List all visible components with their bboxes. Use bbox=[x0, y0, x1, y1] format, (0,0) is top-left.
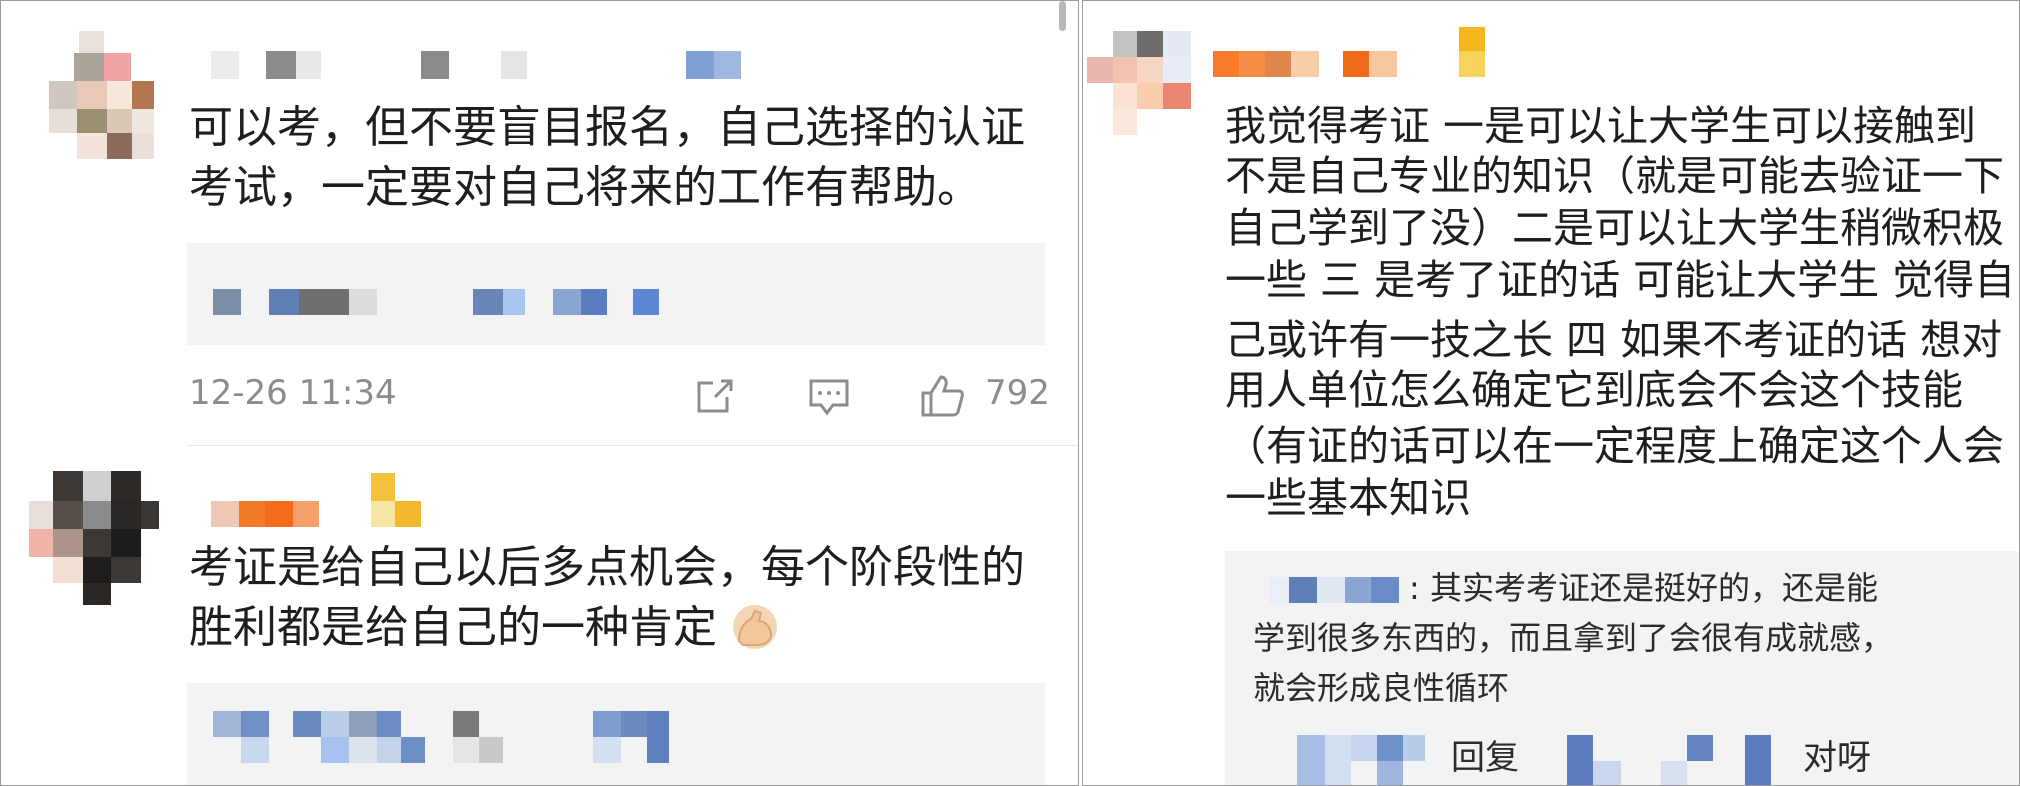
reply-box[interactable]: : 其实考考证还是挺好的，还是能 学到很多东西的，而且拿到了会很有成就感， 就会… bbox=[1225, 551, 2019, 785]
username[interactable] bbox=[211, 51, 741, 81]
reply-preview-box[interactable] bbox=[187, 243, 1045, 345]
reply-preview-username[interactable] bbox=[213, 711, 793, 767]
username[interactable] bbox=[211, 473, 431, 529]
comment-text-line: 用人单位怎么确定它到底会不会这个技能 bbox=[1225, 366, 1963, 414]
flexed-biceps-icon bbox=[733, 605, 777, 649]
thumbs-up-icon[interactable] bbox=[919, 373, 965, 419]
avatar[interactable] bbox=[49, 31, 159, 161]
comment-text-line: 自己学到了没）二是可以让大学生稍微积极 bbox=[1225, 204, 2004, 252]
reply-icon[interactable] bbox=[807, 377, 851, 417]
comment-text-line: （有证的话可以在一定程度上确定这个人会 bbox=[1225, 422, 2004, 470]
avatar[interactable] bbox=[1087, 31, 1195, 135]
comment-text-line: 一些基本知识 bbox=[1225, 474, 1471, 522]
reply-preview-box[interactable] bbox=[187, 683, 1045, 785]
comment-text-line: 一些 三 是考了证的话 可能让大学生 觉得自 bbox=[1225, 256, 2016, 304]
reply-username[interactable] bbox=[1269, 577, 1399, 603]
comment-text-line: 己或许有一技之长 四 如果不考证的话 想对 bbox=[1225, 316, 2003, 364]
avatar[interactable] bbox=[29, 471, 159, 605]
reply-preview-username[interactable] bbox=[213, 289, 659, 317]
comment-text-line: 胜利都是给自己的一种肯定 bbox=[189, 602, 717, 653]
comment-text-line: 可以考，但不要盲目报名，自己选择的认证 bbox=[189, 102, 1025, 153]
reply-label[interactable]: 回复 bbox=[1451, 733, 1519, 783]
reply-text-line: 就会形成良性循环 bbox=[1253, 669, 1510, 707]
comment-text-line: 考证是给自己以后多点机会，每个阶段性的 bbox=[189, 542, 1025, 593]
share-icon[interactable] bbox=[693, 377, 737, 417]
like-count: 792 bbox=[985, 373, 1050, 413]
reply-text-line: 学到很多东西的，而且拿到了会很有成就感， bbox=[1253, 619, 1894, 657]
username[interactable] bbox=[1213, 27, 1513, 83]
comment-timestamp: 12-26 11:34 bbox=[189, 373, 397, 413]
right-comment-panel: 我觉得考证 一是可以让大学生可以接触到 不是自己专业的知识（就是可能去验证一下 … bbox=[1082, 0, 2020, 786]
reply-text-line: : 其实考考证还是挺好的，还是能 bbox=[1409, 569, 1878, 607]
left-comment-panel: 可以考，但不要盲目报名，自己选择的认证 考试，一定要对自己将来的工作有帮助。 1… bbox=[0, 0, 1079, 786]
divider bbox=[187, 445, 1078, 446]
nested-reply-text: 对呀 bbox=[1803, 738, 1871, 778]
comment-text-line: 我觉得考证 一是可以让大学生可以接触到 bbox=[1225, 102, 1977, 150]
nested-reply-username[interactable] bbox=[1297, 735, 1817, 785]
scrollbar-thumb[interactable] bbox=[1059, 1, 1066, 31]
comment-text-line: 考试，一定要对自己将来的工作有帮助。 bbox=[189, 162, 981, 213]
comment-text-line: 不是自己专业的知识（就是可能去验证一下 bbox=[1225, 152, 2004, 200]
